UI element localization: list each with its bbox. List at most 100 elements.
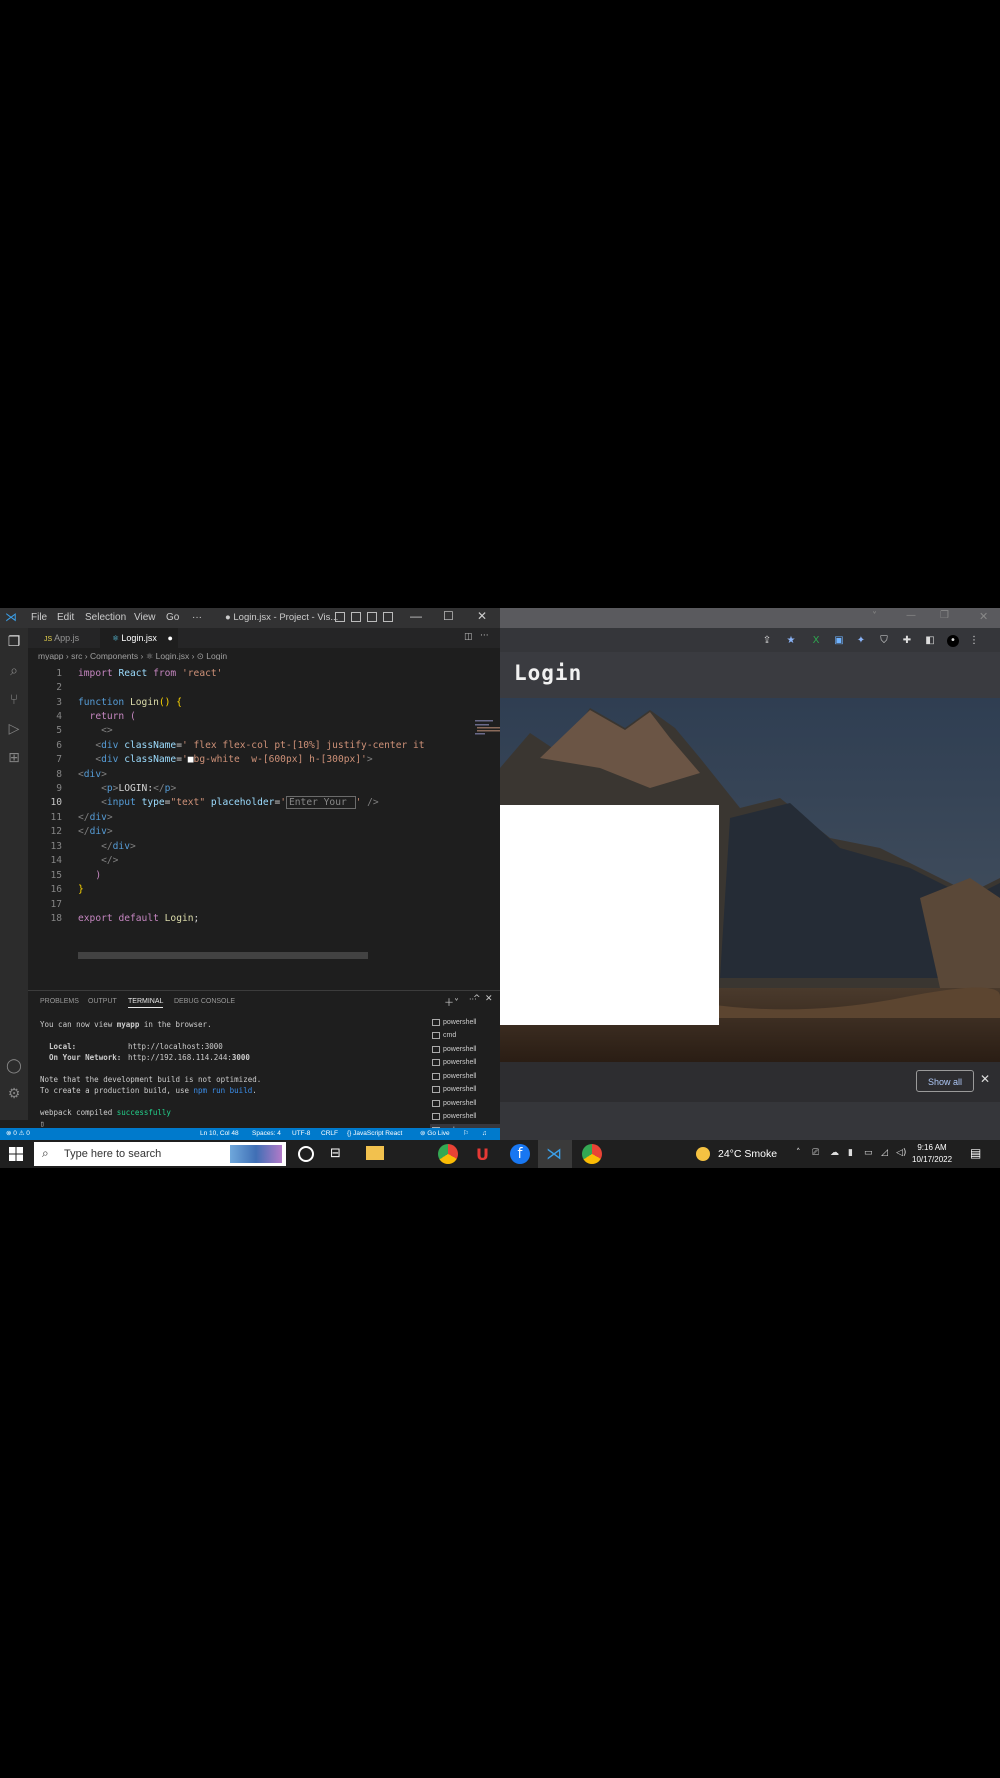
terminal-item-powershell[interactable]: powershell bbox=[430, 1097, 500, 1110]
side-panel-icon[interactable]: ◧ bbox=[924, 635, 936, 647]
menu-file[interactable]: File bbox=[31, 612, 47, 623]
terminal-item-powershell[interactable]: powershell bbox=[430, 1083, 500, 1096]
extensions-icon[interactable]: ⊞ bbox=[6, 750, 22, 766]
weather-widget[interactable]: 24°C Smoke bbox=[718, 1148, 777, 1160]
tab-login-jsx[interactable]: ⚛ Login.jsx ● bbox=[100, 628, 178, 648]
onedrive-cloud-icon[interactable]: ☁ bbox=[830, 1148, 839, 1158]
browser-minimize-button[interactable]: — bbox=[906, 610, 916, 621]
menu-more[interactable]: ··· bbox=[192, 612, 202, 623]
notification-center-icon[interactable]: ▤ bbox=[970, 1146, 981, 1160]
bookmark-star-icon[interactable]: ★ bbox=[785, 635, 797, 647]
menu-go[interactable]: Go bbox=[166, 612, 179, 623]
toggle-secondary-sidebar-icon[interactable] bbox=[367, 612, 377, 622]
horizontal-scrollbar[interactable] bbox=[78, 952, 368, 959]
code-line: 13 </div> bbox=[50, 841, 136, 852]
web-page: Login bbox=[500, 652, 1000, 1062]
extension-icon[interactable]: ▣ bbox=[833, 635, 845, 647]
source-control-icon[interactable]: ⑂ bbox=[6, 692, 22, 708]
tab-search-icon[interactable]: ˅ bbox=[872, 611, 877, 622]
maximize-button[interactable]: ☐ bbox=[443, 609, 454, 623]
terminal-item-powershell[interactable]: powershell bbox=[430, 1110, 500, 1123]
tab-app-js[interactable]: JS App.js bbox=[28, 628, 100, 648]
toggle-panel-icon[interactable] bbox=[351, 612, 361, 622]
chrome-icon[interactable] bbox=[438, 1144, 458, 1164]
close-button[interactable]: ✕ bbox=[477, 609, 487, 623]
download-bar-close-icon[interactable]: ✕ bbox=[980, 1072, 990, 1086]
wifi-icon[interactable]: ◿ bbox=[881, 1148, 888, 1158]
minimize-button[interactable]: — bbox=[410, 609, 422, 623]
show-all-button[interactable]: Show all bbox=[916, 1070, 974, 1092]
windows-start-icon[interactable] bbox=[9, 1147, 23, 1161]
terminal-line: On Your Network: http://192.168.114.244:3… bbox=[40, 1053, 250, 1062]
split-editor-icon[interactable]: ◫ bbox=[464, 632, 473, 642]
microphone-icon[interactable]: ▮ bbox=[848, 1148, 853, 1158]
terminal-item-powershell[interactable]: powershell bbox=[430, 1016, 500, 1029]
chrome-icon[interactable] bbox=[582, 1144, 602, 1164]
indentation-status[interactable]: Spaces: 4 bbox=[252, 1128, 281, 1140]
tab-debug-console[interactable]: DEBUG CONSOLE bbox=[174, 998, 235, 1005]
maximize-panel-icon[interactable]: ^ bbox=[473, 994, 481, 1004]
run-debug-icon[interactable]: ▷ bbox=[6, 721, 22, 737]
menu-view[interactable]: View bbox=[134, 612, 156, 623]
browser-menu-icon[interactable]: ⋮ bbox=[968, 635, 980, 647]
excel-extension-icon[interactable]: X bbox=[810, 635, 822, 647]
show-hidden-icons-icon[interactable]: ˄ bbox=[796, 1148, 801, 1158]
taskbar-search-box[interactable]: ⌕ Type here to search bbox=[34, 1142, 286, 1166]
tab-problems[interactable]: PROBLEMS bbox=[40, 998, 79, 1005]
manage-gear-icon[interactable]: ⚙ bbox=[6, 1086, 22, 1102]
menu-selection[interactable]: Selection bbox=[85, 612, 126, 623]
more-actions-icon[interactable]: ··· bbox=[480, 631, 489, 641]
terminal-item-cmd[interactable]: cmd bbox=[430, 1029, 500, 1042]
profile-avatar[interactable]: • bbox=[947, 635, 959, 647]
feedback-icon[interactable]: ⚐ bbox=[463, 1128, 469, 1140]
browser-maximize-button[interactable]: ❐ bbox=[940, 610, 949, 621]
eol-status[interactable]: CRLF bbox=[321, 1128, 338, 1140]
code-line: 12 </div> bbox=[50, 826, 113, 837]
browser-window: ˅ — ❐ ✕ ⇪ ★ X ▣ ✦ ⛉ ✚ ◧ • ⋮ Login Show a… bbox=[500, 608, 1000, 1140]
accounts-icon[interactable]: ◯ bbox=[6, 1058, 22, 1074]
encoding-status[interactable]: UTF-8 bbox=[292, 1128, 310, 1140]
share-icon[interactable]: ⇪ bbox=[761, 635, 773, 647]
cursor-position-status[interactable]: Ln 10, Col 48 bbox=[200, 1128, 239, 1140]
problems-status[interactable]: ⊗ 0 ⚠ 0 bbox=[6, 1128, 30, 1140]
new-terminal-icon[interactable]: ＋˅ bbox=[444, 994, 459, 1009]
shield-extension-icon[interactable]: ⛉ bbox=[878, 635, 890, 647]
vscode-window: ⋊ File Edit Selection View Go ··· ● Logi… bbox=[0, 608, 526, 1141]
tab-terminal[interactable]: TERMINAL bbox=[128, 998, 164, 1008]
go-live-status[interactable]: ⊚ Go Live bbox=[420, 1128, 450, 1140]
toggle-sidebar-icon[interactable] bbox=[335, 612, 345, 622]
terminal-line: To create a production build, use npm ru… bbox=[40, 1086, 257, 1095]
browser-close-button[interactable]: ✕ bbox=[979, 610, 988, 623]
volume-icon[interactable]: ◁) bbox=[896, 1148, 906, 1158]
app-icon[interactable]: U bbox=[476, 1145, 489, 1164]
facebook-icon[interactable]: f bbox=[510, 1144, 530, 1164]
bottom-panel: PROBLEMS OUTPUT TERMINAL DEBUG CONSOLE ＋… bbox=[28, 990, 500, 1141]
notifications-bell-icon[interactable]: ♫ bbox=[482, 1128, 487, 1140]
code-line: 3 function Login() { bbox=[56, 697, 183, 708]
code-line: 9 <p>LOGIN:</p> bbox=[56, 783, 177, 794]
terminal-item-powershell[interactable]: powershell bbox=[430, 1056, 500, 1069]
cortana-icon[interactable] bbox=[298, 1146, 314, 1162]
tab-output[interactable]: OUTPUT bbox=[88, 998, 117, 1005]
desktop-screen: ⋊ File Edit Selection View Go ··· ● Logi… bbox=[0, 608, 1000, 1168]
code-line: 15 ) bbox=[50, 870, 102, 881]
terminal-item-powershell[interactable]: powershell bbox=[430, 1043, 500, 1056]
unsaved-dot-icon[interactable]: ● bbox=[167, 633, 172, 643]
extension-icon[interactable]: ✦ bbox=[855, 635, 867, 647]
extensions-puzzle-icon[interactable]: ✚ bbox=[901, 635, 913, 647]
code-editor[interactable]: 1 import React from 'react' 2 3 function L… bbox=[28, 660, 526, 959]
battery-icon[interactable]: ▭ bbox=[864, 1148, 873, 1158]
language-mode-status[interactable]: {} JavaScript React bbox=[347, 1128, 402, 1140]
terminal-item-powershell[interactable]: powershell bbox=[430, 1070, 500, 1083]
menu-edit[interactable]: Edit bbox=[57, 612, 74, 623]
task-view-icon[interactable]: ⊟ bbox=[330, 1146, 341, 1161]
browser-tabstrip: ˅ — ❐ ✕ bbox=[500, 608, 1000, 628]
explorer-icon[interactable]: ❐ bbox=[6, 634, 22, 650]
customize-layout-icon[interactable] bbox=[383, 612, 393, 622]
file-explorer-icon[interactable] bbox=[366, 1146, 384, 1160]
search-icon[interactable]: ⌕ bbox=[6, 663, 22, 679]
vscode-icon[interactable]: ⋊ bbox=[546, 1144, 562, 1163]
taskbar-clock[interactable]: 9:16 AM 10/17/2022 bbox=[912, 1142, 952, 1166]
tray-app-icon[interactable]: ⎚ bbox=[812, 1148, 819, 1158]
close-panel-icon[interactable]: ✕ bbox=[485, 994, 493, 1004]
